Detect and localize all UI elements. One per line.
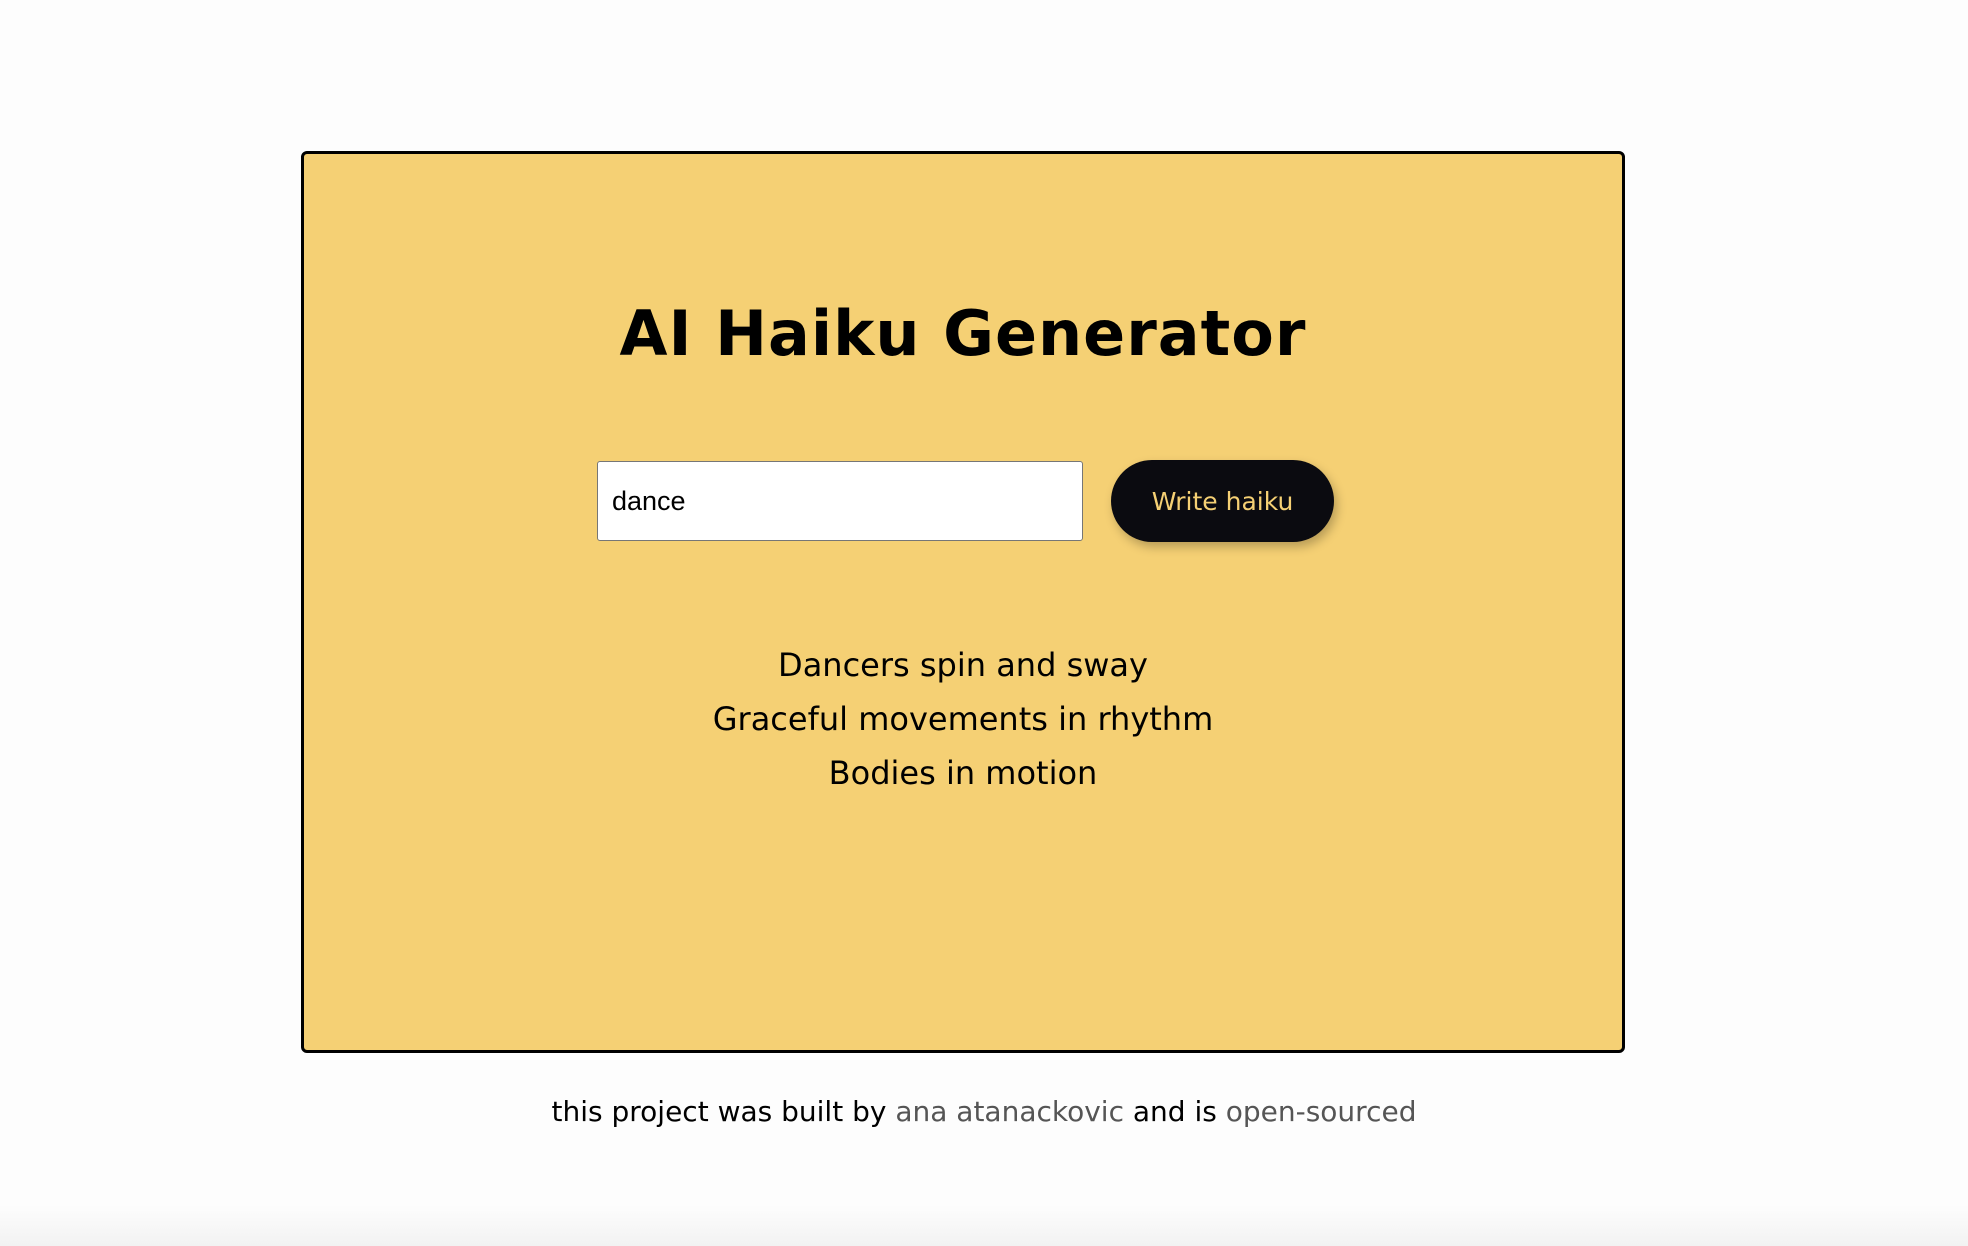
- haiku-card: AI Haiku Generator Write haiku Dancers s…: [301, 151, 1625, 1053]
- haiku-output: Dancers spin and sway Graceful movements…: [304, 638, 1622, 800]
- page: AI Haiku Generator Write haiku Dancers s…: [0, 0, 1968, 1246]
- haiku-form: Write haiku: [597, 459, 1334, 543]
- footer: this project was built by ana atanackovi…: [0, 1092, 1968, 1132]
- haiku-line-1: Dancers spin and sway: [778, 646, 1148, 684]
- footer-text-middle: and is: [1123, 1095, 1226, 1128]
- haiku-line-3: Bodies in motion: [828, 754, 1098, 792]
- haiku-line-2: Graceful movements in rhythm: [712, 700, 1214, 738]
- topic-input[interactable]: [597, 461, 1083, 541]
- author-link[interactable]: ana atanackovic: [895, 1095, 1124, 1128]
- footer-text-before: this project was built by: [551, 1095, 896, 1128]
- write-haiku-button[interactable]: Write haiku: [1111, 460, 1334, 542]
- open-source-link[interactable]: open-sourced: [1226, 1095, 1417, 1128]
- page-title: AI Haiku Generator: [619, 297, 1307, 370]
